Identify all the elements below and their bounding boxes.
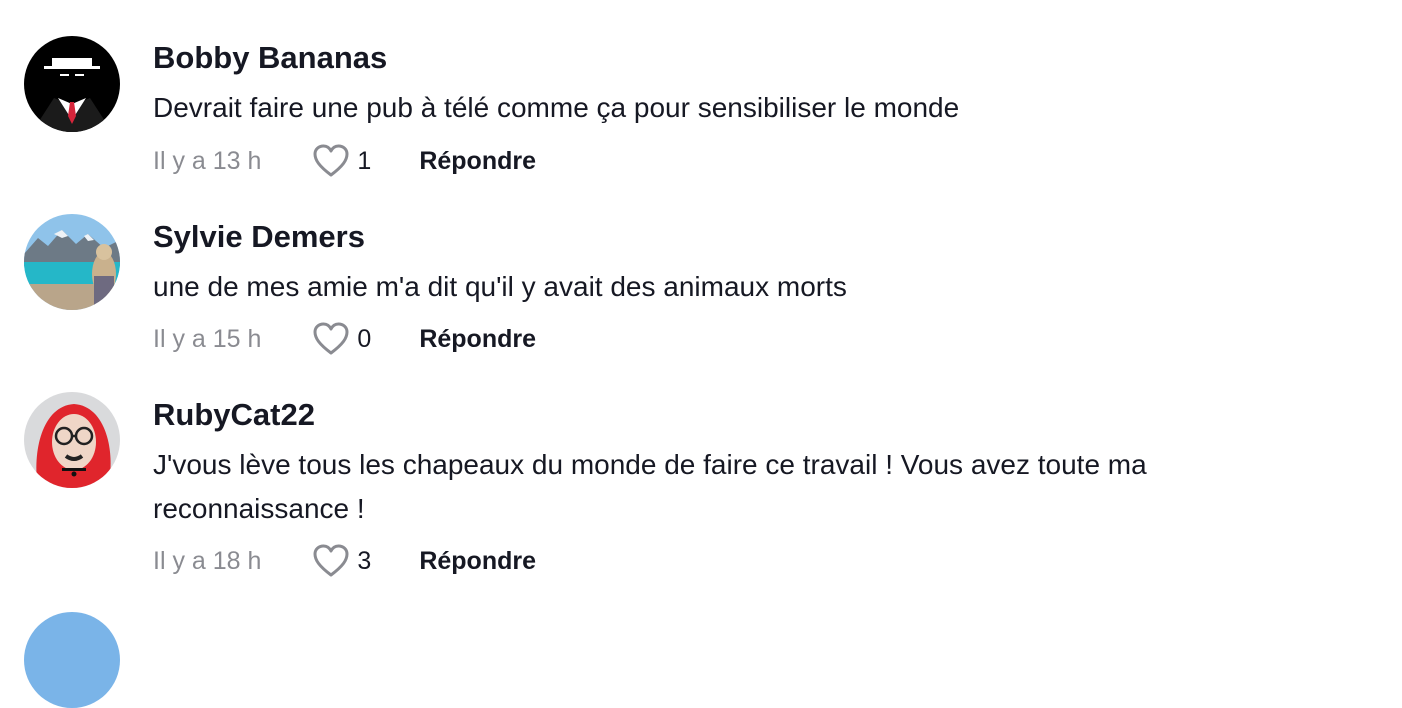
heart-icon	[313, 322, 349, 355]
hat-man-icon	[24, 36, 120, 132]
comment-meta: Il y a 15 h 0 Répondre	[153, 319, 536, 359]
heart-icon	[313, 544, 349, 577]
reply-button[interactable]: Répondre	[419, 547, 536, 576]
comment-username[interactable]: Sylvie Demers	[153, 219, 365, 255]
comment-text: Devrait faire une pub à télé comme ça po…	[153, 92, 960, 123]
heart-icon	[313, 144, 349, 177]
reply-button[interactable]: Répondre	[419, 325, 536, 354]
comment-meta: Il y a 18 h 3 Répondre	[153, 541, 536, 581]
comment-username[interactable]: Bobby Bananas	[153, 40, 387, 76]
red-hair-photo	[24, 392, 120, 488]
like-count: 3	[357, 546, 372, 575]
like-button[interactable]: 0	[313, 322, 371, 356]
lake-photo	[24, 214, 120, 310]
like-count: 0	[357, 324, 372, 353]
like-button[interactable]: 3	[313, 544, 371, 578]
comment-meta: Il y a 13 h 1 Répondre	[153, 141, 536, 181]
avatar[interactable]	[24, 214, 120, 310]
comment-time: Il y a 15 h	[153, 324, 262, 353]
avatar[interactable]	[24, 612, 120, 708]
like-button[interactable]: 1	[313, 144, 371, 178]
avatar[interactable]	[24, 36, 120, 132]
comment-text: une de mes amie m'a dit qu'il y avait de…	[153, 271, 847, 302]
like-count: 1	[357, 146, 372, 175]
comment-time: Il y a 13 h	[153, 146, 262, 175]
comment-username[interactable]: RubyCat22	[153, 397, 315, 433]
reply-button[interactable]: Répondre	[419, 147, 536, 176]
comment-time: Il y a 18 h	[153, 546, 262, 575]
avatar[interactable]	[24, 392, 120, 488]
comment-text: J'vous lève tous les chapeaux du monde d…	[153, 449, 1147, 524]
